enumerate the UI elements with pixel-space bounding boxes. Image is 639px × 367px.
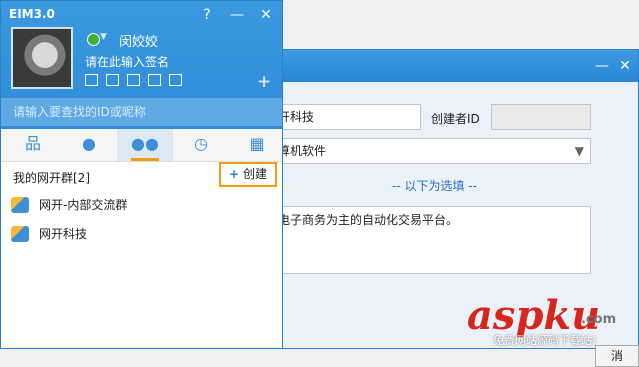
org-chart-icon: 品 [24, 134, 41, 153]
search-input[interactable]: 请输入要查找的ID或昵称 [1, 98, 282, 126]
online-status-icon[interactable] [87, 33, 100, 46]
clock-icon: ◷ [194, 134, 208, 153]
category-select[interactable]: 算机软件 ▼ [271, 138, 591, 164]
create-group-dialog: — ✕ 开科技 创建者ID 算机软件 ▼ -- 以下为选填 -- 电子商务为主的… [230, 49, 639, 367]
mail-icon[interactable] [148, 74, 161, 86]
tab-apps[interactable]: ▦ [229, 129, 285, 161]
group-name: 网开科技 [39, 227, 88, 241]
category-value: 算机软件 [278, 144, 327, 158]
add-icon[interactable]: + [257, 72, 271, 92]
group-avatar-icon [11, 197, 29, 213]
app-title: EIM3.0 [9, 7, 55, 21]
creator-id-input[interactable] [491, 104, 591, 130]
apps-grid-icon: ▦ [249, 134, 265, 153]
main-tabs: 品 ● ●● ◷ ▦ [1, 129, 282, 162]
watermark-suffix: .com [581, 312, 617, 327]
help-icon[interactable]: ? [197, 5, 217, 25]
description-textarea[interactable]: 电子商务为主的自动化交易平台。 [271, 206, 591, 274]
minimize-icon[interactable]: — [227, 5, 247, 25]
photo-icon[interactable] [85, 74, 98, 86]
cancel-button[interactable]: 消 [595, 345, 639, 367]
plus-icon: + [229, 167, 240, 181]
group-name-input[interactable]: 开科技 [271, 104, 421, 130]
optional-separator: -- 以下为选填 -- [392, 179, 477, 193]
group-name: 网开-内部交流群 [39, 198, 128, 212]
dialog-titlebar: — ✕ [231, 50, 638, 82]
close-icon[interactable]: ✕ [256, 5, 276, 25]
tab-contacts[interactable]: ● [61, 129, 117, 161]
group-icon: ●● [131, 134, 159, 153]
profile-header: EIM3.0 ? — ✕ ▼ 闵姣姣 请在此输入签名 + 请输入要查找的ID或昵… [1, 1, 282, 129]
watermark-caption: 免费网站源码下载站! [493, 334, 597, 347]
avatar[interactable] [11, 27, 73, 89]
message-icon[interactable] [169, 74, 182, 86]
minimize-icon[interactable]: — [593, 57, 611, 75]
signature-input[interactable]: 请在此输入签名 [85, 53, 169, 70]
eim-main-window: EIM3.0 ? — ✕ ▼ 闵姣姣 请在此输入签名 + 请输入要查找的ID或昵… [0, 0, 283, 349]
user-name: 闵姣姣 [119, 35, 159, 50]
contact-icon: ● [82, 134, 96, 153]
status-dropdown-icon[interactable]: ▼ [100, 32, 107, 42]
tab-org-chart[interactable]: 品 [5, 129, 61, 161]
cancel-label: 消 [610, 349, 623, 363]
monitor-icon[interactable] [106, 74, 119, 86]
create-group-button[interactable]: + 创建 [219, 162, 277, 187]
group-list-header: 我的网开群[2] [13, 171, 90, 185]
group-avatar-icon [11, 226, 29, 242]
creator-id-label: 创建者ID [431, 112, 480, 126]
chevron-down-icon: ▼ [574, 144, 584, 158]
tab-groups[interactable]: ●● [117, 129, 173, 161]
create-label: 创建 [242, 167, 267, 181]
tab-recent[interactable]: ◷ [173, 129, 229, 161]
close-icon[interactable]: ✕ [616, 57, 634, 75]
image-icon[interactable] [127, 74, 140, 86]
